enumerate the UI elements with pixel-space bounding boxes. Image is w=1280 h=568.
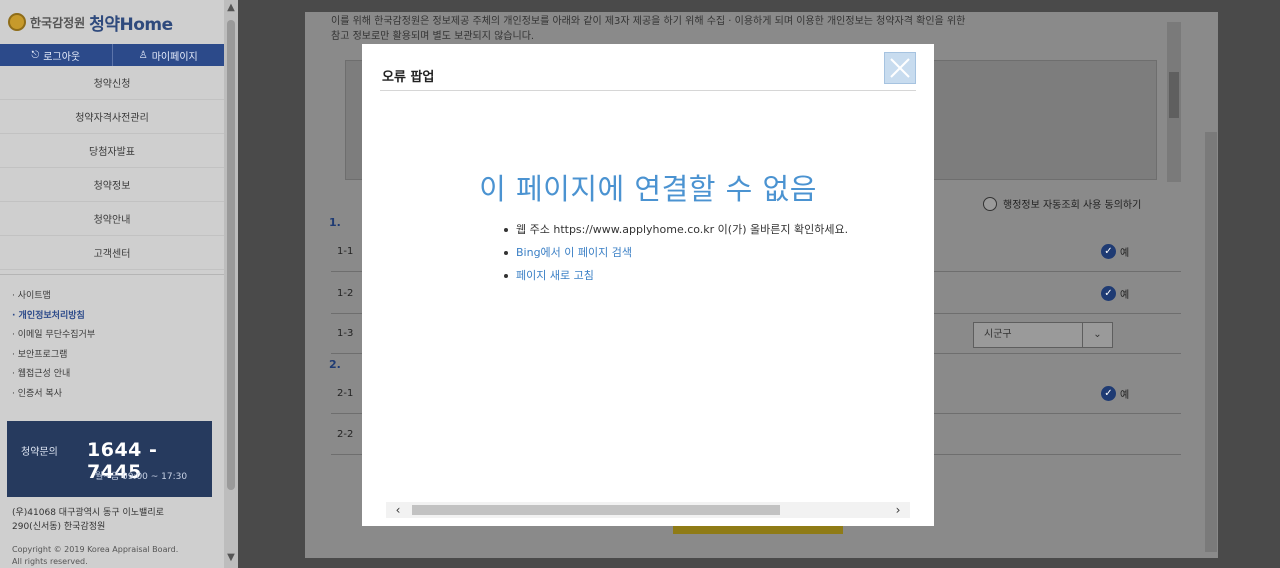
org-name: 한국감정원 (30, 15, 86, 30)
call-title: 청약문의 (21, 447, 58, 458)
sidebar: 한국감정원 청약Home ⎋ 로그아웃 ♙ 마이페이지 청약신청 청약자격사전관… (0, 0, 224, 568)
divider (380, 90, 916, 91)
link-security[interactable]: · 보안프로그램 (12, 346, 224, 366)
error-suggestions: 웹 주소 https://www.applyhome.co.kr 이(가) 올바… (504, 222, 848, 291)
logout-icon: ⎋ (31, 49, 40, 61)
suggestion-text: 웹 주소 https://www.applyhome.co.kr 이(가) 올바… (516, 223, 849, 236)
agree-radio[interactable] (983, 196, 997, 211)
consent-text-line: 참고 정보로만 활용되며 별도 보관되지 않습니다. (331, 31, 535, 42)
mypage-label: 마이페이지 (151, 51, 198, 63)
yes-checkbox[interactable]: ✓ 예 (1101, 386, 1129, 401)
close-icon (890, 58, 910, 78)
page-scrollbar[interactable] (1205, 132, 1217, 552)
footer-links: · 사이트맵 · 개인정보처리방침 · 이메일 무단수집거부 · 보안프로그램 … (0, 274, 224, 404)
confirm-button[interactable] (673, 526, 843, 534)
mypage-button[interactable]: ♙ 마이페이지 (113, 44, 225, 66)
copyright-line: All rights reserved. (12, 557, 88, 566)
nav-item-guide[interactable]: 청약안내 (0, 202, 224, 236)
link-cert-copy[interactable]: · 인증서 복사 (12, 385, 224, 405)
refresh-link[interactable]: 페이지 새로 고침 (516, 269, 594, 282)
scrollbar-thumb[interactable] (1169, 72, 1179, 118)
nav-item-support[interactable]: 고객센터 (0, 236, 224, 270)
section-1-heading: 1. (329, 216, 341, 229)
check-label: 예 (1120, 290, 1130, 301)
link-sitemap[interactable]: · 사이트맵 (12, 287, 224, 307)
chevron-right-icon[interactable]: › (888, 502, 908, 518)
link-accessibility[interactable]: · 웹접근성 안내 (12, 365, 224, 385)
emblem-icon (8, 13, 26, 31)
address-line: 290(신서동) 한국감정원 (12, 522, 106, 532)
auth-bar: ⎋ 로그아웃 ♙ 마이페이지 (0, 44, 224, 66)
consent-scrollbar[interactable] (1167, 22, 1181, 182)
copyright-line: Copyright © 2019 Korea Appraisal Board. (12, 545, 179, 554)
chevron-left-icon[interactable]: ‹ (388, 502, 408, 518)
consent-text: 이를 위해 한국감정원은 정보제공 주체의 개인정보를 아래와 같이 제3자 제… (331, 14, 1169, 44)
nav-item-info[interactable]: 청약정보 (0, 168, 224, 202)
call-hours: 월~금 09:00 ~ 17:30 (95, 472, 188, 482)
main-nav: 청약신청 청약자격사전관리 당첨자발표 청약정보 청약안내 고객센터 (0, 66, 224, 270)
district-select-value: 시군구 (984, 329, 1012, 340)
check-icon: ✓ (1101, 386, 1116, 401)
agree-option[interactable]: 행정정보 자동조회 사용 동의하기 (983, 196, 1141, 211)
check-label: 예 (1120, 248, 1130, 259)
logout-label: 로그아웃 (43, 51, 81, 63)
nav-item-winners[interactable]: 당첨자발표 (0, 134, 224, 168)
check-label: 예 (1120, 390, 1130, 401)
check-icon: ✓ (1101, 286, 1116, 301)
suggestion-bing-search[interactable]: Bing에서 이 페이지 검색 (504, 245, 848, 268)
row-number: 1-2 (337, 288, 354, 299)
row-number: 1-1 (337, 246, 354, 257)
address: (우)41068 대구광역시 동구 이노밸리로 290(신서동) 한국감정원 (12, 506, 212, 534)
horizontal-scrollbar[interactable]: ‹ › (386, 502, 910, 518)
consent-text-line: 이를 위해 한국감정원은 정보제공 주체의 개인정보를 아래와 같이 제3자 제… (331, 16, 966, 27)
suggestion-check-url: 웹 주소 https://www.applyhome.co.kr 이(가) 올바… (504, 222, 848, 245)
row-number: 1-3 (337, 328, 354, 339)
sidebar-scrollbar[interactable]: ▲ ▼ (224, 0, 238, 568)
suggestion-refresh[interactable]: 페이지 새로 고침 (504, 268, 848, 291)
popup-title: 오류 팝업 (382, 70, 435, 85)
bing-search-link[interactable]: Bing에서 이 페이지 검색 (516, 246, 632, 259)
scrollbar-thumb[interactable] (412, 505, 780, 515)
yes-checkbox[interactable]: ✓ 예 (1101, 286, 1129, 301)
close-button[interactable] (884, 52, 916, 84)
copyright: Copyright © 2019 Korea Appraisal Board. … (12, 544, 212, 568)
row-number: 2-1 (337, 388, 354, 399)
yes-checkbox[interactable]: ✓ 예 (1101, 244, 1129, 259)
site-logo[interactable]: 한국감정원 청약Home (0, 0, 224, 44)
error-heading: 이 페이지에 연결할 수 없음 (479, 172, 817, 206)
chevron-down-icon: ⌄ (1082, 323, 1112, 347)
nav-item-apply[interactable]: 청약신청 (0, 66, 224, 100)
brand-name: 청약Home (89, 14, 173, 35)
link-email-policy[interactable]: · 이메일 무단수집거부 (12, 326, 224, 346)
check-icon: ✓ (1101, 244, 1116, 259)
agree-label: 행정정보 자동조회 사용 동의하기 (1003, 200, 1142, 211)
call-center-box: 청약문의 1644 - 7445 월~금 09:00 ~ 17:30 (7, 421, 212, 497)
nav-item-eligibility[interactable]: 청약자격사전관리 (0, 100, 224, 134)
link-privacy[interactable]: · 개인정보처리방침 (12, 307, 224, 327)
row-number: 2-2 (337, 429, 354, 440)
error-popup: 오류 팝업 이 페이지에 연결할 수 없음 웹 주소 https://www.a… (362, 44, 934, 526)
chevron-up-icon[interactable]: ▲ (224, 2, 238, 13)
logout-button[interactable]: ⎋ 로그아웃 (0, 44, 113, 66)
address-line: (우)41068 대구광역시 동구 이노밸리로 (12, 508, 164, 518)
section-2-heading: 2. (329, 358, 341, 371)
user-icon: ♙ (138, 49, 148, 61)
scrollbar-thumb[interactable] (227, 20, 235, 490)
district-select[interactable]: 시군구 ⌄ (973, 322, 1113, 348)
chevron-down-icon[interactable]: ▼ (224, 552, 238, 563)
